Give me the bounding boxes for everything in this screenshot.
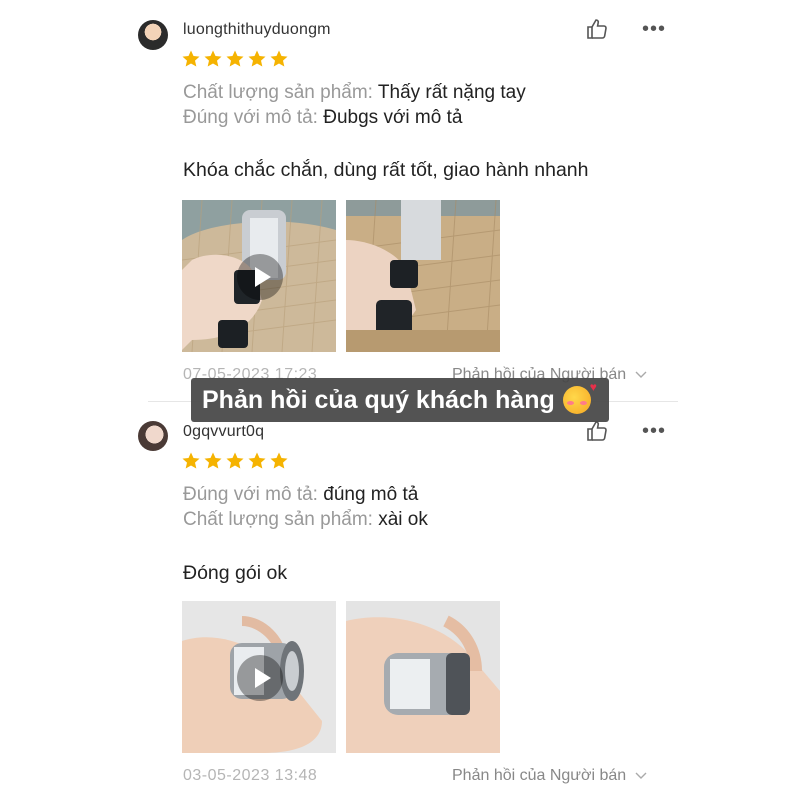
rating-stars [181, 451, 289, 471]
rating-stars [181, 49, 289, 69]
photo-thumbnail [346, 601, 500, 753]
attribute-label: Chất lượng sản phẩm: [183, 82, 373, 103]
banner-title: Phản hồi của quý khách hàng [202, 385, 555, 414]
avatar[interactable] [138, 20, 168, 50]
review-attribute: Chất lượng sản phẩm: Thấy rất nặng tay [183, 82, 526, 104]
smiling-face-with-hearts-icon: ♥ [562, 380, 597, 414]
review-video[interactable] [182, 601, 336, 753]
star-icon [182, 50, 200, 67]
review-attribute: Đúng với mô tả: đúng mô tả [183, 484, 418, 506]
attribute-value: đúng mô tả [323, 484, 419, 505]
attribute-label: Đúng với mô tả: [183, 107, 318, 128]
play-icon[interactable] [237, 655, 283, 701]
chevron-down-icon [635, 371, 647, 378]
seller-reply-label: Phản hồi của Người bán [452, 767, 627, 784]
review-image[interactable] [346, 200, 500, 352]
attribute-value: Đubgs với mô tả [323, 107, 463, 128]
seller-reply-toggle[interactable]: Phản hồi của Người bán [452, 767, 647, 785]
thumbs-up-icon[interactable] [585, 419, 609, 443]
star-icon [226, 452, 244, 469]
username: luongthithuyduongm [183, 21, 331, 38]
more-icon[interactable]: ••• [642, 19, 666, 39]
review-date: 03-05-2023 13:48 [183, 767, 318, 784]
attribute-value: Thấy rất nặng tay [377, 82, 526, 103]
photo-thumbnail [346, 200, 500, 352]
review-video[interactable] [182, 200, 336, 352]
star-icon [204, 452, 222, 469]
play-icon[interactable] [237, 254, 283, 300]
star-icon [204, 50, 222, 67]
chevron-down-icon [635, 772, 647, 779]
attribute-value: xài ok [378, 509, 428, 530]
star-icon [248, 452, 266, 469]
review-attribute: Chất lượng sản phẩm: xài ok [183, 509, 428, 531]
star-icon [182, 452, 200, 469]
review-attribute: Đúng với mô tả: Đubgs với mô tả [183, 107, 462, 129]
attribute-label: Đúng với mô tả: [183, 484, 318, 505]
review-image[interactable] [346, 601, 500, 753]
avatar[interactable] [138, 421, 168, 451]
review-comment: Khóa chắc chắn, dùng rất tốt, giao hành … [183, 159, 589, 181]
customer-feedback-banner: Phản hồi của quý khách hàng ♥ [191, 378, 609, 422]
more-icon[interactable]: ••• [642, 421, 666, 441]
star-icon [226, 50, 244, 67]
username: 0gqvvurt0q [183, 423, 265, 440]
star-icon [270, 50, 288, 67]
star-icon [248, 50, 266, 67]
attribute-label: Chất lượng sản phẩm: [183, 509, 373, 530]
thumbs-up-icon[interactable] [585, 17, 609, 41]
review-comment: Đóng gói ok [183, 562, 288, 584]
star-icon [270, 452, 288, 469]
